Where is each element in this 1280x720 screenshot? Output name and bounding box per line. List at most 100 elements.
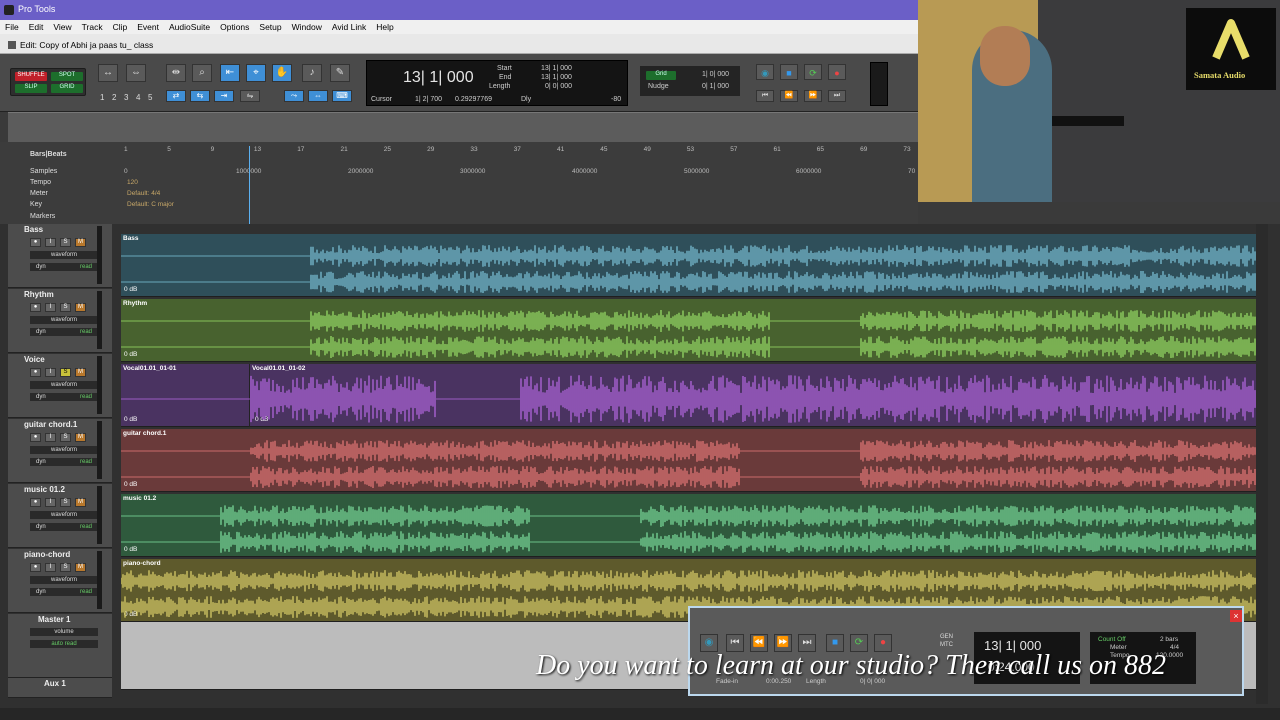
length-value[interactable]: 0| 0| 000 bbox=[545, 83, 572, 90]
horizontal-scrollbar[interactable] bbox=[0, 708, 1280, 720]
zoom-preset-1[interactable]: 1 bbox=[100, 93, 104, 102]
count-off-label[interactable]: Count Off bbox=[1098, 636, 1126, 643]
playhead-marker[interactable] bbox=[249, 146, 250, 224]
pencil-tool-icon[interactable]: ✎ bbox=[330, 64, 350, 82]
key-value[interactable]: Default: C major bbox=[127, 201, 174, 208]
automation-selector[interactable]: dyn read bbox=[30, 393, 98, 401]
clip-name-2[interactable]: Vocal01.01_01-02 bbox=[252, 365, 305, 372]
track-lane[interactable]: guitar chord.1 0 dB bbox=[121, 429, 1257, 492]
input-monitor-button[interactable]: I bbox=[45, 303, 56, 312]
trim-tool-icon[interactable]: ⇤ bbox=[220, 64, 240, 82]
selector-tool-icon[interactable]: ⌖ bbox=[246, 64, 266, 82]
link-timeline-icon[interactable]: ⇄ bbox=[166, 90, 186, 102]
track-lane[interactable]: Rhythm 0 dB bbox=[121, 299, 1257, 362]
automation-mode[interactable]: read bbox=[80, 588, 92, 596]
spot-mode-button[interactable]: SPOT bbox=[51, 72, 83, 81]
link-track-edit-icon[interactable]: ⇆ bbox=[190, 90, 210, 102]
menu-file[interactable]: File bbox=[0, 20, 24, 34]
view-selector[interactable]: waveform bbox=[30, 381, 98, 389]
automation-selector[interactable]: dyn read bbox=[30, 458, 98, 466]
input-monitor-button[interactable]: I bbox=[45, 368, 56, 377]
clip-name[interactable]: Bass bbox=[123, 235, 139, 242]
view-selector[interactable]: volume bbox=[30, 628, 98, 636]
float-meter-value[interactable]: 4/4 bbox=[1170, 644, 1179, 651]
grid-value[interactable]: 1| 0| 000 bbox=[702, 71, 729, 78]
track-lane[interactable]: music 01.2 0 dB bbox=[121, 494, 1257, 557]
view-selector[interactable]: waveform bbox=[30, 251, 98, 259]
close-icon[interactable]: × bbox=[1230, 610, 1242, 622]
vertical-scrollbar[interactable] bbox=[1256, 224, 1268, 704]
track-name[interactable]: Rhythm bbox=[24, 290, 54, 299]
track-name[interactable]: Aux 1 bbox=[44, 679, 66, 688]
menu-clip[interactable]: Clip bbox=[108, 20, 133, 34]
track-name[interactable]: guitar chord.1 bbox=[24, 420, 77, 429]
zoomer-tool-icon[interactable]: ⌕ bbox=[192, 64, 212, 82]
zoom-preset-4[interactable]: 4 bbox=[136, 93, 140, 102]
record-icon[interactable]: ● bbox=[828, 64, 846, 80]
record-enable-button[interactable]: ● bbox=[30, 433, 41, 442]
solo-button[interactable]: S bbox=[60, 368, 71, 377]
automation-selector[interactable]: dyn read bbox=[30, 588, 98, 596]
automation-selector[interactable]: auto read bbox=[30, 640, 98, 648]
automation-selector[interactable]: dyn read bbox=[30, 263, 98, 271]
mirror-icon[interactable]: ⇋ bbox=[240, 90, 260, 102]
track-lane[interactable]: Bass 0 dB bbox=[121, 234, 1257, 297]
online-icon[interactable]: ◉ bbox=[756, 64, 774, 80]
gen-label[interactable]: GEN bbox=[940, 634, 953, 640]
zoom-preset-3[interactable]: 3 bbox=[124, 93, 128, 102]
nudge-toggle[interactable]: Nudge bbox=[648, 83, 669, 90]
solo-button[interactable]: S bbox=[60, 563, 71, 572]
mute-button[interactable]: M bbox=[75, 238, 86, 247]
record-enable-button[interactable]: ● bbox=[30, 368, 41, 377]
mute-button[interactable]: M bbox=[75, 433, 86, 442]
menu-avid-link[interactable]: Avid Link bbox=[327, 20, 371, 34]
zoom-preset-5[interactable]: 5 bbox=[148, 93, 152, 102]
zoom-preset-2[interactable]: 2 bbox=[112, 93, 116, 102]
grabber-tool-icon[interactable]: ✋ bbox=[272, 64, 292, 82]
go-to-end-icon[interactable]: ⏭ bbox=[828, 90, 846, 102]
main-counter-value[interactable]: 13| 1| 000 bbox=[403, 69, 474, 87]
automation-selector[interactable]: dyn read bbox=[30, 523, 98, 531]
clip-name[interactable]: Vocal01.01_01-01 bbox=[123, 365, 176, 372]
zoom-out-horizontal-icon[interactable]: ⇔ bbox=[126, 64, 146, 82]
clip-name[interactable]: music 01.2 bbox=[123, 495, 156, 502]
view-selector[interactable]: waveform bbox=[30, 316, 98, 324]
tab-to-transient-icon[interactable]: ⤳ bbox=[284, 90, 304, 102]
slip-mode-button[interactable]: SLIP bbox=[15, 84, 47, 93]
record-enable-button[interactable]: ● bbox=[30, 303, 41, 312]
track-name[interactable]: Voice bbox=[24, 355, 45, 364]
tempo-value[interactable]: 120 bbox=[127, 179, 138, 186]
input-monitor-button[interactable]: I bbox=[45, 498, 56, 507]
menu-options[interactable]: Options bbox=[215, 20, 254, 34]
return-to-zero-icon[interactable]: ⏮ bbox=[756, 90, 774, 102]
zoom-toggle-icon[interactable]: ⇹ bbox=[166, 64, 186, 82]
menu-event[interactable]: Event bbox=[132, 20, 164, 34]
shuffle-mode-button[interactable]: SHUFFLE bbox=[15, 72, 47, 81]
view-selector[interactable]: waveform bbox=[30, 511, 98, 519]
loop-play-icon[interactable]: ⟳ bbox=[804, 64, 822, 80]
meter-value[interactable]: Default: 4/4 bbox=[127, 190, 160, 197]
nudge-value[interactable]: 0| 1| 000 bbox=[702, 83, 729, 90]
clip-name[interactable]: piano-chord bbox=[123, 560, 161, 567]
fast-forward-icon[interactable]: ⏩ bbox=[804, 90, 822, 102]
menu-view[interactable]: View bbox=[48, 20, 76, 34]
automation-mode[interactable]: read bbox=[80, 328, 92, 336]
menu-help[interactable]: Help bbox=[371, 20, 398, 34]
delay-label[interactable]: Dly bbox=[521, 96, 531, 103]
link-edit-selection-icon[interactable]: ⇔ bbox=[308, 90, 328, 102]
menu-setup[interactable]: Setup bbox=[254, 20, 286, 34]
record-enable-button[interactable]: ● bbox=[30, 563, 41, 572]
mute-button[interactable]: M bbox=[75, 498, 86, 507]
solo-button[interactable]: S bbox=[60, 498, 71, 507]
keyboard-focus-icon[interactable]: ⌨ bbox=[332, 90, 352, 102]
scrubber-tool-icon[interactable]: ♪ bbox=[302, 64, 322, 82]
record-enable-button[interactable]: ● bbox=[30, 238, 41, 247]
record-enable-button[interactable]: ● bbox=[30, 498, 41, 507]
grid-mode-button[interactable]: GRID bbox=[51, 84, 83, 93]
clip-name[interactable]: guitar chord.1 bbox=[123, 430, 166, 437]
automation-selector[interactable]: dyn read bbox=[30, 328, 98, 336]
view-selector[interactable]: waveform bbox=[30, 576, 98, 584]
rewind-icon[interactable]: ⏪ bbox=[780, 90, 798, 102]
input-monitor-button[interactable]: I bbox=[45, 563, 56, 572]
input-monitor-button[interactable]: I bbox=[45, 238, 56, 247]
